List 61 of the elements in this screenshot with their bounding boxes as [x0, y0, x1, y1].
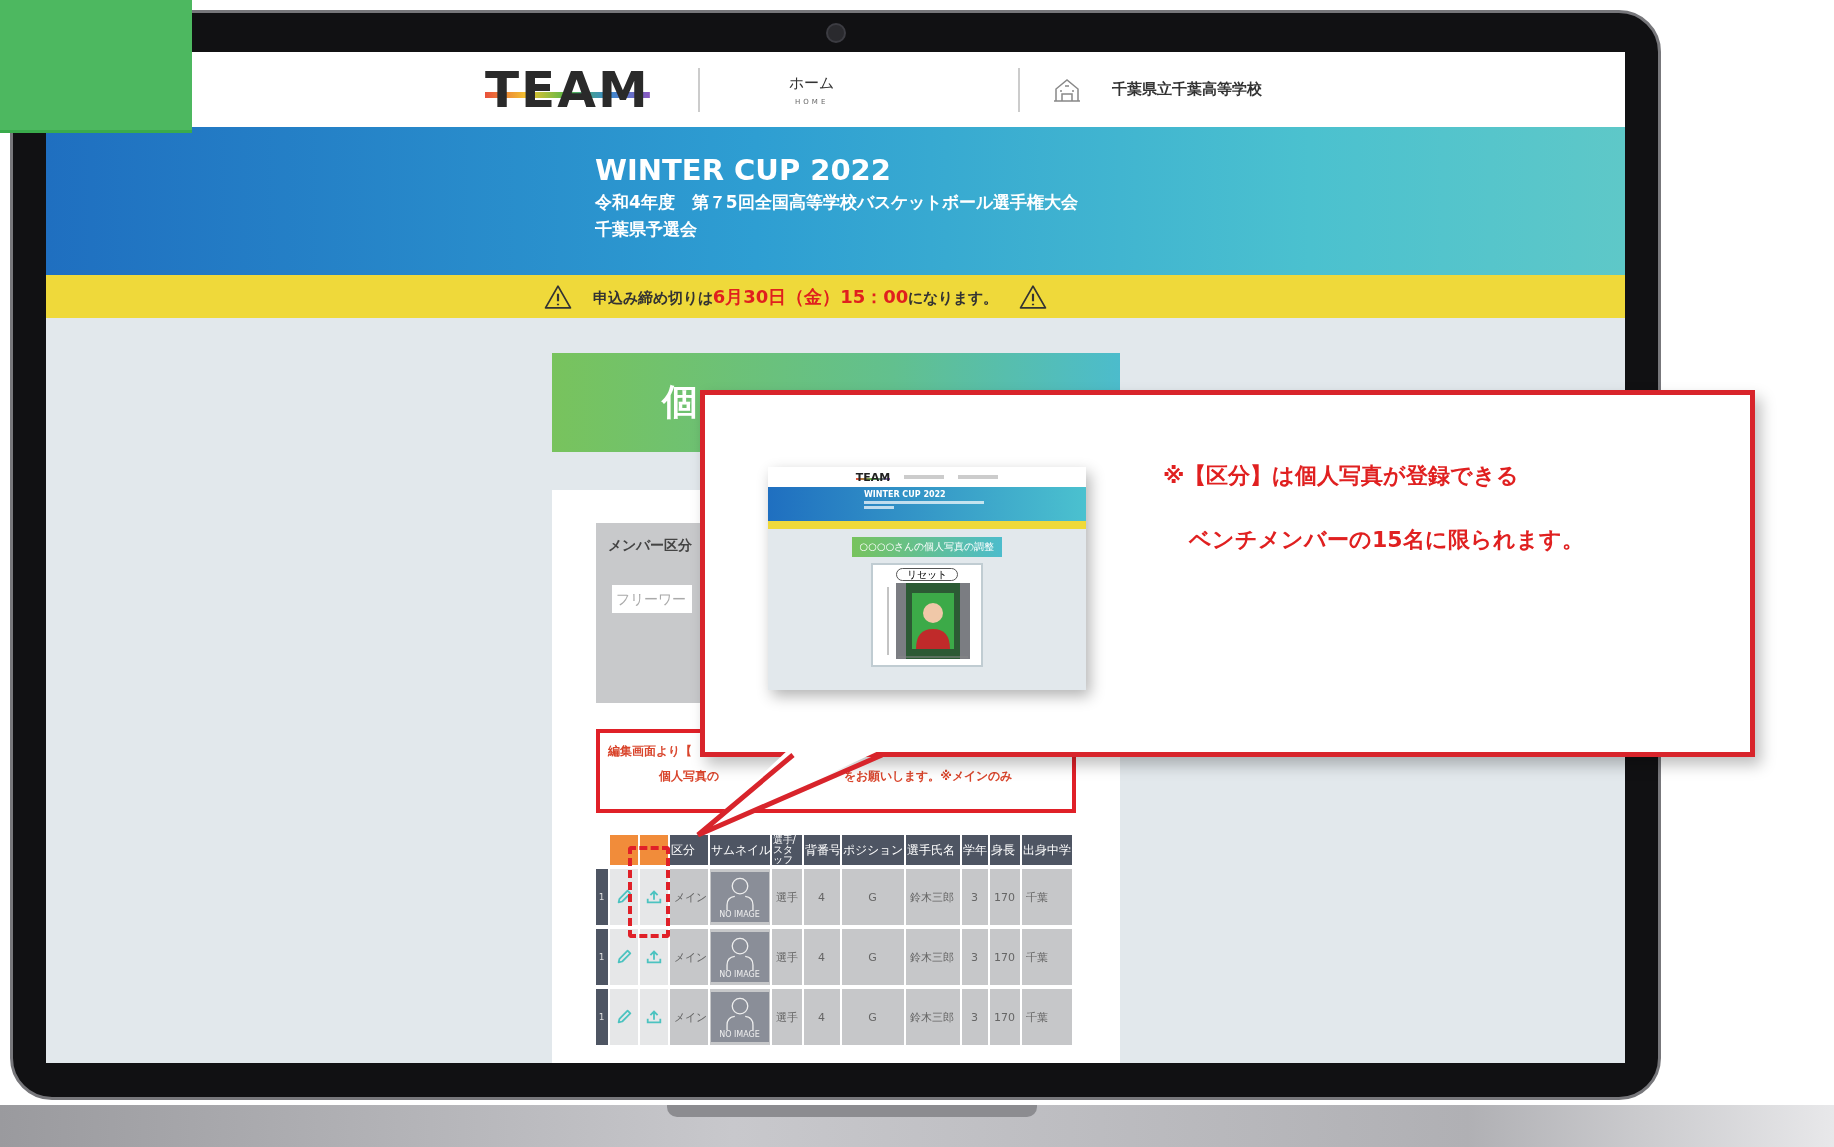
table-cell: 選手 [771, 929, 802, 985]
preview-title: WINTER CUP 2022 [864, 490, 947, 499]
notice-text: 編集画面より【 [607, 743, 692, 760]
table-cell: メイン [669, 869, 708, 925]
table-cell: 170 [989, 929, 1020, 985]
nav-placeholder [904, 475, 945, 479]
nav-placeholder [958, 475, 999, 479]
callout-note: ベンチメンバーの15名に限られます。 [1189, 526, 1584, 554]
no-image-label: NO IMAGE [719, 910, 760, 919]
event-title: WINTER CUP 2022 [595, 153, 892, 187]
text-line-placeholder [864, 506, 894, 509]
table-cell: 千葉 [1021, 929, 1072, 985]
table-cell: 170 [989, 989, 1020, 1045]
row-number: 1 [595, 989, 608, 1045]
deadline-text: 申込み締め切りは6月30日（金）15：00になります。 [592, 284, 999, 309]
table-cell: メイン [669, 929, 708, 985]
table-cell: 4 [803, 869, 840, 925]
school-name: 千葉県立千葉高等学校 [1111, 80, 1262, 99]
column-header: 身長 [989, 835, 1020, 865]
row-number: 1 [595, 929, 608, 985]
table-cell: 千葉 [1021, 989, 1072, 1045]
upload-icon[interactable] [644, 888, 663, 906]
table-cell: 3 [961, 929, 988, 985]
reset-button[interactable]: リセット [896, 568, 958, 581]
column-header: 選手氏名 [905, 835, 960, 865]
column-header: 学年 [961, 835, 988, 865]
event-subtitle: 令和4年度 第７5回全国高等学校バスケットボール選手権大会 [595, 191, 1079, 214]
page-title: 個 [661, 380, 698, 424]
table-cell: 4 [803, 929, 840, 985]
upload-icon[interactable] [644, 1008, 663, 1026]
school-icon [1051, 76, 1082, 103]
column-header: 背番号 [803, 835, 840, 865]
event-subtitle: 千葉県予選会 [595, 218, 698, 241]
warning-icon [1018, 283, 1049, 310]
column-header: サムネイル [709, 835, 770, 865]
warning-icon [542, 283, 573, 310]
notice-text: 個人写真の [659, 768, 720, 785]
row-number: 1 [595, 869, 608, 925]
column-header: 選手/スタッフ [771, 835, 802, 865]
table-cell: 4 [803, 989, 840, 1045]
table-cell: G [841, 989, 904, 1045]
table-cell: 選手 [771, 869, 802, 925]
callout-note: ※【区分】は個人写真が登録できる [1163, 462, 1521, 490]
no-image-label: NO IMAGE [719, 970, 760, 979]
search-field[interactable]: フリーワー [611, 585, 692, 613]
table-cell: メイン [669, 989, 708, 1045]
table-cell: 170 [989, 869, 1020, 925]
column-header: 出身中学 [1021, 835, 1072, 865]
camera-dot [825, 22, 846, 43]
table-cell: 選手 [771, 989, 802, 1045]
no-image-label: NO IMAGE [719, 1030, 760, 1039]
table-cell: 3 [961, 869, 988, 925]
table-cell: G [841, 929, 904, 985]
table-cell: 千葉 [1021, 869, 1072, 925]
table-cell: 3 [961, 989, 988, 1045]
upload-icon[interactable] [644, 948, 663, 966]
notice-text: をお願いします。※メインのみ [844, 768, 1012, 785]
table-cell: G [841, 869, 904, 925]
filter-label: メンバー区分 [607, 537, 692, 555]
column-header: 区分 [669, 835, 708, 865]
column-header: ポジション [841, 835, 904, 865]
